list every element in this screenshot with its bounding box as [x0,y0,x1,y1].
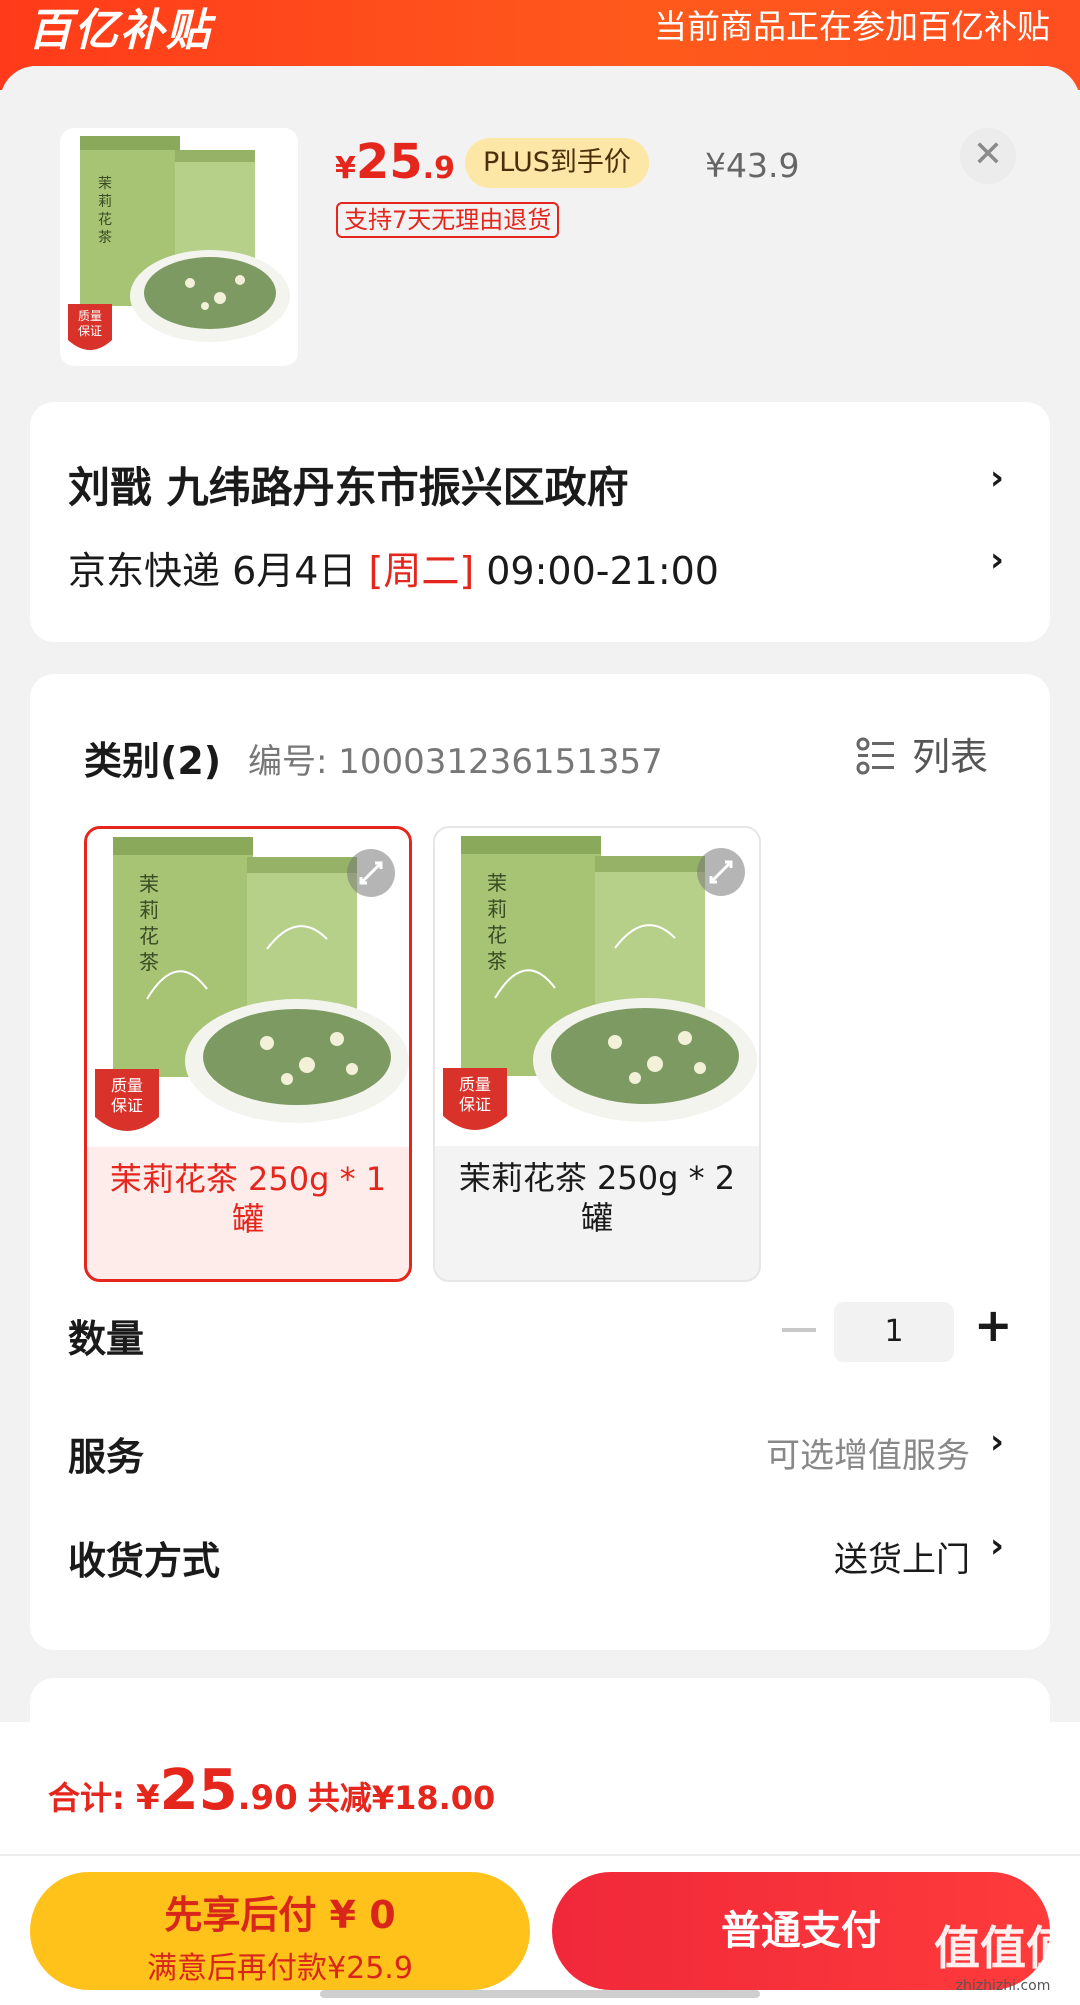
shipping-address: 刘戬 九纬路丹东市振兴区政府 [68,463,629,512]
svg-text:质量: 质量 [111,1076,143,1095]
chevron-right-icon: › [990,458,1005,498]
svg-text:茶: 茶 [487,949,507,973]
pay-later-title: 先享后付 ¥ 0 [164,1893,396,1937]
svg-text:花: 花 [487,923,507,947]
variant-label: 茉莉花茶 250g * 1罐 [109,1160,387,1238]
order-total: 合计: ¥25.90 共减¥18.00 [48,1758,496,1823]
home-indicator[interactable] [320,1990,760,1998]
current-price: ¥25.9 [335,134,455,190]
plus-price-tag: PLUS到手价 [465,138,649,188]
expand-icon[interactable] [697,848,745,896]
spec-card: 类别(2) 编号: 100031236151357 列表 茉 莉 花 茶 质量 … [30,674,1050,1650]
quality-badge-text-1: 质量 [78,309,102,323]
svg-text:保证: 保证 [459,1095,491,1114]
svg-text:茉: 茉 [98,175,112,192]
category-title: 类别(2) [84,739,222,783]
delivery-method-label: 收货方式 [68,1539,221,1583]
delivery-method-value[interactable]: 送货上门 [834,1532,970,1581]
svg-text:花: 花 [139,924,159,948]
brand-logo: 百亿补贴 [28,5,212,56]
return-policy-tag: 支持7天无理由退货 [336,202,560,238]
variant-option-1[interactable]: 茉 莉 花 茶 质量 保证 茉莉花茶 250g * 1罐 [84,826,412,1282]
chevron-right-icon: › [990,1526,1005,1566]
svg-text:莉: 莉 [98,194,112,210]
quantity-increase-button[interactable]: + [974,1298,1013,1352]
original-price: ¥43.9 [705,146,800,185]
svg-text:莉: 莉 [139,898,159,922]
svg-text:莉: 莉 [487,897,507,921]
site-watermark: 值值值 zhizhizhi.com [934,1921,1072,1994]
divider [0,1854,1080,1856]
quantity-input[interactable]: 1 [834,1302,954,1362]
product-thumbnail: 茉 莉 花 茶 质量 保证 [60,128,298,366]
close-button[interactable]: ✕ [960,128,1016,184]
variant-label: 茉莉花茶 250g * 2罐 [458,1159,736,1237]
quantity-label: 数量 [68,1317,145,1361]
variant-option-2[interactable]: 茉 莉 花 茶 质量 保证 茉莉花茶 250g * 2罐 [433,826,761,1282]
chevron-right-icon: › [990,540,1005,580]
list-view-toggle[interactable]: 列表 [912,726,988,781]
close-icon: ✕ [972,134,1004,175]
quality-badge-text-2: 保证 [78,324,102,338]
svg-text:花: 花 [98,212,112,228]
service-label: 服务 [68,1435,145,1479]
delivery-time: 京东快递 6月4日 [周二] 09:00-21:00 [68,549,719,593]
product-summary: 茉 莉 花 茶 质量 保证 ¥25.9 PLUS到手价 ¥43.9 支持7天无理… [0,66,1080,396]
purchase-sheet: 茉 莉 花 茶 质量 保证 ¥25.9 PLUS到手价 ¥43.9 支持7天无理… [0,66,1080,2005]
svg-text:茶: 茶 [139,950,159,974]
pay-later-subtitle: 满意后再付款¥25.9 [147,1951,413,1986]
svg-text:质量: 质量 [459,1075,491,1094]
svg-text:茉: 茉 [487,871,507,895]
chevron-right-icon: › [990,1422,1005,1462]
checkout-panel: 合计: ¥25.90 共减¥18.00 先享后付 ¥ 0 满意后再付款¥25.9 … [0,1722,1080,2005]
list-icon[interactable] [856,736,896,776]
svg-text:茉: 茉 [139,872,159,896]
total-discount: 共减¥18.00 [307,1779,496,1817]
quantity-decrease-button[interactable] [782,1328,816,1332]
address-card[interactable]: 刘戬 九纬路丹东市振兴区政府 › 京东快递 6月4日 [周二] 09:00-21… [30,402,1050,642]
delivery-weekday: [周二] [368,549,475,593]
service-value[interactable]: 可选增值服务 [766,1428,970,1477]
sku-number: 编号: 100031236151357 [248,742,663,782]
svg-text:茶: 茶 [98,230,112,246]
promo-notice: 当前商品正在参加百亿补贴 [654,7,1050,46]
expand-icon[interactable] [347,849,395,897]
svg-text:保证: 保证 [111,1096,143,1115]
pay-later-button[interactable]: 先享后付 ¥ 0 满意后再付款¥25.9 [30,1872,530,1990]
